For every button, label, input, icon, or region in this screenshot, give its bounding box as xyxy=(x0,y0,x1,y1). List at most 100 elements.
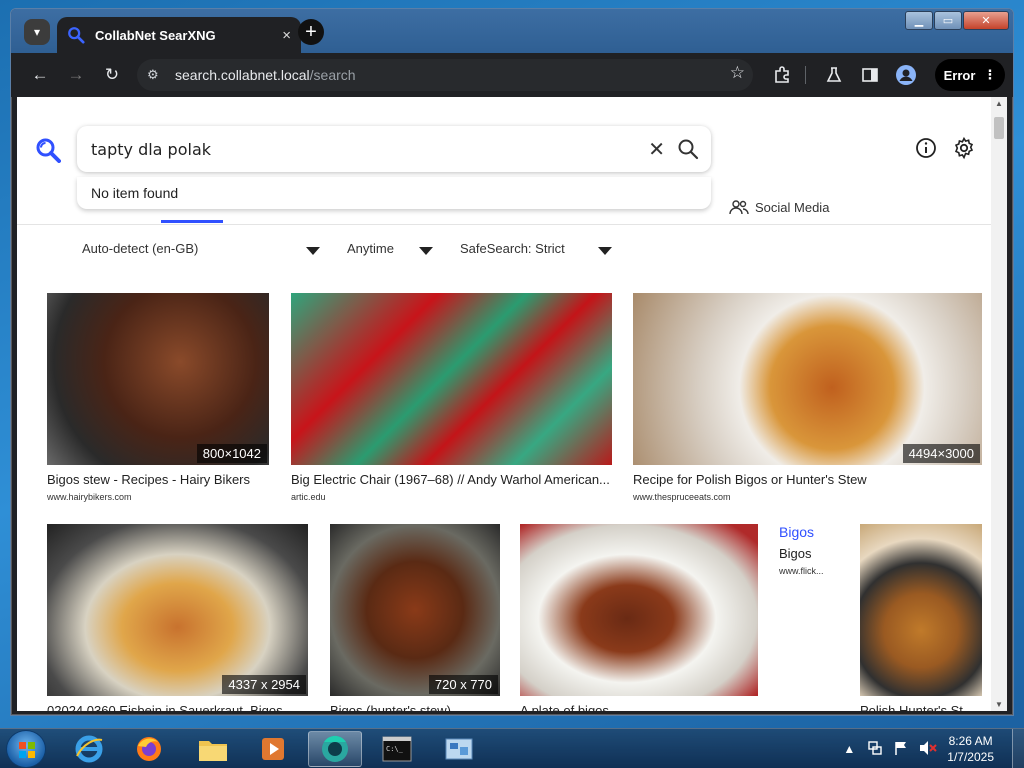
result-thumbnail[interactable]: 800×1042 xyxy=(47,293,269,465)
taskbar-internet-explorer[interactable] xyxy=(62,731,116,767)
clear-search-icon[interactable]: ✕ xyxy=(648,137,665,162)
show-hidden-icons-icon[interactable]: ▲ xyxy=(843,742,855,756)
minimize-button[interactable]: ▁ xyxy=(905,11,933,30)
result-thumbnail[interactable] xyxy=(520,524,758,696)
taskbar-media-player[interactable] xyxy=(246,731,300,767)
result-title[interactable]: Polish Hunter's St... xyxy=(860,703,982,711)
windows-logo-icon xyxy=(19,742,35,758)
minimize-icon: ▁ xyxy=(914,15,924,27)
result-title[interactable]: Big Electric Chair (1967–68) // Andy War… xyxy=(291,472,612,487)
result-title[interactable]: Bigos stew - Recipes - Hairy Bikers xyxy=(47,472,269,487)
result-title[interactable]: Bigos xyxy=(779,546,839,561)
time-filter[interactable]: Anytime xyxy=(347,241,394,256)
page-scrollbar[interactable]: ▲ ▼ xyxy=(991,97,1007,711)
reload-button[interactable]: ↻ xyxy=(97,60,127,90)
scroll-up-icon[interactable]: ▲ xyxy=(991,99,1007,108)
result-thumbnail[interactable] xyxy=(860,524,982,696)
avatar-icon xyxy=(896,65,916,85)
image-result[interactable]: 4337 x 2954 02024 0360 Eisbein in Sauerk… xyxy=(47,524,308,711)
image-dimensions: 800×1042 xyxy=(196,444,267,463)
scrollbar-thumb[interactable] xyxy=(994,117,1004,139)
info-icon[interactable] xyxy=(915,137,937,159)
arrow-left-icon: ← xyxy=(31,65,49,84)
labs-button[interactable] xyxy=(819,60,849,90)
system-tray: ▲ 8:26 AM 1/7/2025 xyxy=(843,729,1024,768)
result-title[interactable]: Recipe for Polish Bigos or Hunter's Stew xyxy=(633,472,982,487)
searxng-logo-icon[interactable] xyxy=(35,137,61,163)
flag-icon xyxy=(895,741,907,755)
extensions-button[interactable] xyxy=(767,60,797,90)
error-menu-button[interactable]: Error ⋮ xyxy=(935,59,1005,91)
browser-window: ▾ CollabNet SearXNG × + ▁ ▭ ✕ ← → ↻ ⚙ se… xyxy=(10,8,1014,716)
taskbar-network-app[interactable] xyxy=(432,731,486,767)
result-thumbnail[interactable]: 4337 x 2954 xyxy=(47,524,308,696)
search-input[interactable] xyxy=(91,139,621,159)
taskbar-chrome[interactable] xyxy=(308,731,362,767)
search-filters: Auto-detect (en-GB) Anytime SafeSearch: … xyxy=(17,241,991,263)
result-title[interactable]: A plate of bigos xyxy=(520,703,758,711)
tab-searxng[interactable]: CollabNet SearXNG × xyxy=(57,17,301,53)
taskbar-terminal[interactable]: C:\_ xyxy=(370,731,424,767)
language-dropdown-icon[interactable] xyxy=(306,247,320,255)
tab-search-button[interactable]: ▾ xyxy=(24,19,50,45)
error-label: Error xyxy=(943,67,976,83)
image-result[interactable]: A plate of bigos xyxy=(520,524,758,711)
result-url: www.flick... xyxy=(779,566,824,576)
time-dropdown-icon[interactable] xyxy=(419,247,433,255)
new-tab-button[interactable]: + xyxy=(298,19,324,45)
side-panel-icon xyxy=(862,68,878,82)
bookmark-star-icon[interactable]: ☆ xyxy=(730,63,745,83)
network-tray-icon[interactable] xyxy=(867,740,883,759)
image-dimensions: 4494×3000 xyxy=(902,444,980,463)
side-panel-button[interactable] xyxy=(855,60,885,90)
flask-icon xyxy=(826,67,842,82)
category-social-media-label: Social Media xyxy=(755,199,830,215)
maximize-button[interactable]: ▭ xyxy=(934,11,962,30)
result-thumbnail[interactable]: 720 x 770 xyxy=(330,524,500,696)
network-app-icon xyxy=(445,738,473,760)
address-bar[interactable]: ⚙ search.collabnet.local/search ☆ xyxy=(137,59,753,91)
search-logo-icon xyxy=(68,27,85,44)
site-info-icon[interactable]: ⚙ xyxy=(147,67,169,83)
safesearch-dropdown-icon[interactable] xyxy=(598,247,612,255)
image-result[interactable]: Polish Hunter's St... xyxy=(860,524,982,711)
image-result[interactable]: Big Electric Chair (1967–68) // Andy War… xyxy=(291,293,612,509)
volume-muted-icon[interactable] xyxy=(919,740,937,759)
language-filter[interactable]: Auto-detect (en-GB) xyxy=(82,241,198,256)
close-window-button[interactable]: ✕ xyxy=(963,11,1009,30)
image-result[interactable]: 720 x 770 Bigos (hunter's stew) xyxy=(330,524,500,711)
back-button[interactable]: ← xyxy=(25,60,55,90)
result-thumbnail[interactable]: 4494×3000 xyxy=(633,293,982,465)
media-player-icon xyxy=(262,738,284,760)
image-result[interactable]: Bigos Bigos www.flick... xyxy=(779,524,839,584)
image-result[interactable]: 4494×3000 Recipe for Polish Bigos or Hun… xyxy=(633,293,982,509)
show-desktop-button[interactable] xyxy=(1012,729,1024,768)
result-title[interactable]: Bigos (hunter's stew) xyxy=(330,703,500,711)
start-button[interactable] xyxy=(6,730,46,768)
reload-icon: ↻ xyxy=(104,65,120,84)
forward-button[interactable]: → xyxy=(61,60,91,90)
search-icon[interactable] xyxy=(677,138,699,160)
image-dimensions: 720 x 770 xyxy=(428,675,498,694)
close-icon: ✕ xyxy=(981,15,991,27)
broken-image-alt[interactable]: Bigos xyxy=(779,524,814,540)
taskbar-firefox[interactable] xyxy=(122,731,176,767)
terminal-icon: C:\_ xyxy=(382,736,412,762)
profile-button[interactable] xyxy=(891,60,921,90)
arrow-right-icon: → xyxy=(67,65,85,84)
image-result[interactable]: 800×1042 Bigos stew - Recipes - Hairy Bi… xyxy=(47,293,269,509)
tab-close-icon[interactable]: × xyxy=(282,27,291,44)
search-box: ✕ xyxy=(77,126,711,172)
category-social-media[interactable]: Social Media xyxy=(729,199,829,215)
action-center-icon[interactable] xyxy=(893,740,909,759)
tab-title: CollabNet SearXNG xyxy=(95,27,216,43)
safesearch-filter[interactable]: SafeSearch: Strict xyxy=(460,241,565,256)
clock[interactable]: 8:26 AM 1/7/2025 xyxy=(947,733,994,765)
result-title[interactable]: 02024 0360 Eisbein in Sauerkraut, Bigos,… xyxy=(47,703,308,711)
clock-date: 1/7/2025 xyxy=(947,750,994,764)
gear-icon[interactable] xyxy=(952,136,976,160)
scroll-down-icon[interactable]: ▼ xyxy=(991,700,1007,709)
result-thumbnail[interactable] xyxy=(291,293,612,465)
page-content: ✕ No item found Social Media Auto-detect… xyxy=(17,97,991,711)
taskbar-file-explorer[interactable] xyxy=(186,731,240,767)
